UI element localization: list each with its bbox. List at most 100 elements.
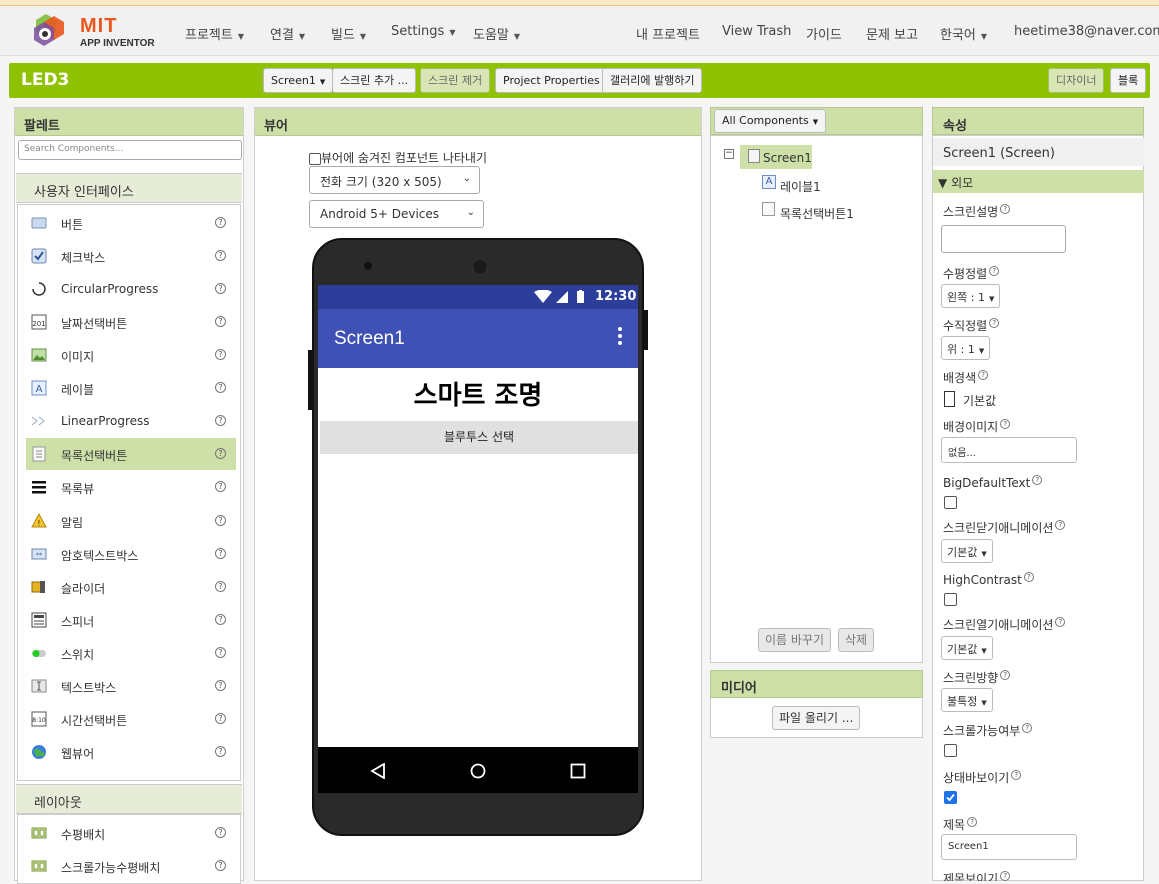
back-icon[interactable] <box>370 763 386 779</box>
nav-help-menu[interactable]: 도움말 ▼ <box>473 24 520 43</box>
orientation-dropdown[interactable]: 불특정 ▼ <box>941 688 993 712</box>
help-icon[interactable]: ? <box>215 217 226 228</box>
help-icon[interactable]: ? <box>1000 871 1011 881</box>
designer-button[interactable]: 디자이너 <box>1048 68 1105 93</box>
nav-report-issue[interactable]: 문제 보고 <box>866 24 918 43</box>
rename-button[interactable]: 이름 바꾸기 <box>758 628 832 652</box>
help-icon[interactable]: ? <box>215 448 226 460</box>
help-icon[interactable]: ? <box>215 646 226 658</box>
align-horizontal-dropdown[interactable]: 왼쪽 : 1 ▼ <box>941 284 1001 308</box>
add-screen-button[interactable]: 스크린 추가 ... <box>332 68 417 93</box>
section-appearance[interactable]: ▼ 외모 <box>933 170 1144 193</box>
nav-settings-menu[interactable]: Settings ▼ <box>391 24 455 39</box>
collapse-tree-icon[interactable]: − <box>724 149 734 159</box>
help-icon[interactable]: ? <box>1000 670 1011 680</box>
scrollable-checkbox[interactable] <box>944 744 957 757</box>
help-icon[interactable]: ? <box>215 250 226 262</box>
upload-file-button[interactable]: 파일 올리기 ... <box>772 706 861 730</box>
help-icon[interactable]: ? <box>1011 770 1022 780</box>
help-icon[interactable]: ? <box>215 415 226 427</box>
recents-icon[interactable] <box>570 763 586 779</box>
palette-item-horizontal-scroll-arrangement[interactable]: 스크롤가능수평배치? <box>26 850 236 882</box>
help-icon[interactable]: ? <box>1032 475 1043 485</box>
show-hidden-checkbox[interactable] <box>309 152 321 165</box>
palette-item-web-viewer[interactable]: 웹뷰어? <box>26 736 236 768</box>
help-icon[interactable]: ? <box>215 547 226 559</box>
help-icon[interactable]: ? <box>978 370 989 380</box>
listpicker-bluetooth[interactable]: 블루투스 선택 <box>320 421 638 454</box>
palette-item-label[interactable]: A 레이블? <box>26 372 236 404</box>
project-properties-button[interactable]: Project Properties <box>495 68 608 93</box>
nav-projects-menu[interactable]: 프로젝트 ▼ <box>185 24 244 43</box>
background-color-value[interactable]: 기본값 <box>963 392 996 409</box>
nav-connect-menu[interactable]: 연결 ▼ <box>270 24 305 43</box>
high-contrast-checkbox[interactable] <box>944 593 957 606</box>
all-components-dropdown[interactable]: All Components ▼ <box>714 109 827 133</box>
help-icon[interactable]: ? <box>1055 617 1066 627</box>
about-screen-textarea[interactable] <box>941 225 1066 253</box>
help-icon[interactable]: ? <box>215 827 226 838</box>
palette-item-linear-progress[interactable]: LinearProgress? <box>26 405 236 437</box>
help-icon[interactable]: ? <box>215 860 226 871</box>
palette-item-list-view[interactable]: 목록뷰? <box>26 471 236 503</box>
palette-item-textbox[interactable]: 텍스트박스? <box>26 670 236 702</box>
help-icon[interactable]: ? <box>215 349 226 361</box>
overflow-menu-icon[interactable] <box>618 327 622 347</box>
label-smart-lighting[interactable]: 스마트 조명 <box>318 375 638 412</box>
show-status-bar-checkbox[interactable] <box>944 791 957 804</box>
open-animation-dropdown[interactable]: 기본값 ▼ <box>941 636 993 660</box>
palette-item-button[interactable]: 버튼? <box>26 207 236 239</box>
align-vertical-dropdown[interactable]: 위 : 1 ▼ <box>941 336 991 360</box>
color-swatch[interactable] <box>944 391 955 407</box>
device-select[interactable]: Android 5+ Devices ⌄ <box>309 200 484 228</box>
background-image-field[interactable]: 없음... <box>941 437 1077 463</box>
nav-build-menu[interactable]: 빌드 ▼ <box>331 24 366 43</box>
help-icon[interactable]: ? <box>1055 520 1066 530</box>
help-icon[interactable]: ? <box>1000 204 1011 214</box>
phone-size-select[interactable]: 전화 크기 (320 x 505) ⌄ <box>309 166 480 194</box>
category-layout[interactable]: 레이아웃 <box>16 784 242 814</box>
help-icon[interactable]: ? <box>215 514 226 526</box>
help-icon[interactable]: ? <box>1000 419 1011 429</box>
nav-language-menu[interactable]: 한국어 ▼ <box>940 24 987 43</box>
screen-select-button[interactable]: Screen1 ▼ <box>263 68 334 93</box>
palette-item-time-picker[interactable]: 8:10 시간선택버튼? <box>26 703 236 735</box>
palette-search-input[interactable]: Search Components... <box>18 140 242 160</box>
nav-view-trash[interactable]: View Trash <box>722 24 791 39</box>
delete-button[interactable]: 삭제 <box>838 628 875 652</box>
help-icon[interactable]: ? <box>215 382 226 394</box>
show-hidden-components[interactable]: 뷰어에 숨겨진 컴포넌트 나타내기 <box>309 149 487 166</box>
help-icon[interactable]: ? <box>989 266 1000 276</box>
nav-my-projects[interactable]: 내 프로젝트 <box>636 24 700 43</box>
palette-item-switch[interactable]: 스위치? <box>26 637 236 669</box>
help-icon[interactable]: ? <box>215 745 226 757</box>
palette-item-checkbox[interactable]: 체크박스? <box>26 240 236 272</box>
help-icon[interactable]: ? <box>215 679 226 691</box>
help-icon[interactable]: ? <box>215 481 226 493</box>
help-icon[interactable]: ? <box>215 316 226 328</box>
tree-item-screen1[interactable]: Screen1 <box>740 145 812 169</box>
palette-item-spinner[interactable]: 스피너? <box>26 604 236 636</box>
palette-item-image[interactable]: 이미지? <box>26 339 236 371</box>
category-user-interface[interactable]: 사용자 인터페이스 <box>16 173 242 203</box>
help-icon[interactable]: ? <box>215 712 226 724</box>
palette-item-horizontal-arrangement[interactable]: 수평배치? <box>26 817 236 849</box>
big-default-text-checkbox[interactable] <box>944 496 957 509</box>
palette-item-password-textbox[interactable]: ** 암호텍스트박스? <box>26 538 236 570</box>
help-icon[interactable]: ? <box>989 318 1000 328</box>
app-inventor-logo[interactable]: MIT APP INVENTOR <box>28 12 158 52</box>
publish-gallery-button[interactable]: 갤러리에 발행하기 <box>602 68 703 93</box>
help-icon[interactable]: ? <box>215 283 226 295</box>
help-icon[interactable]: ? <box>1022 723 1033 733</box>
palette-item-slider[interactable]: 슬라이더? <box>26 571 236 603</box>
palette-item-list-picker[interactable]: 목록선택버튼? <box>26 438 236 471</box>
help-icon[interactable]: ? <box>967 817 978 827</box>
help-icon[interactable]: ? <box>215 580 226 592</box>
palette-item-date-picker[interactable]: 201 날짜선택버튼? <box>26 306 236 338</box>
remove-screen-button[interactable]: 스크린 제거 <box>420 68 491 93</box>
help-icon[interactable]: ? <box>215 613 226 625</box>
blocks-button[interactable]: 블록 <box>1110 68 1147 93</box>
close-animation-dropdown[interactable]: 기본값 ▼ <box>941 539 993 563</box>
title-field[interactable]: Screen1 <box>941 834 1077 860</box>
help-icon[interactable]: ? <box>1023 572 1034 582</box>
